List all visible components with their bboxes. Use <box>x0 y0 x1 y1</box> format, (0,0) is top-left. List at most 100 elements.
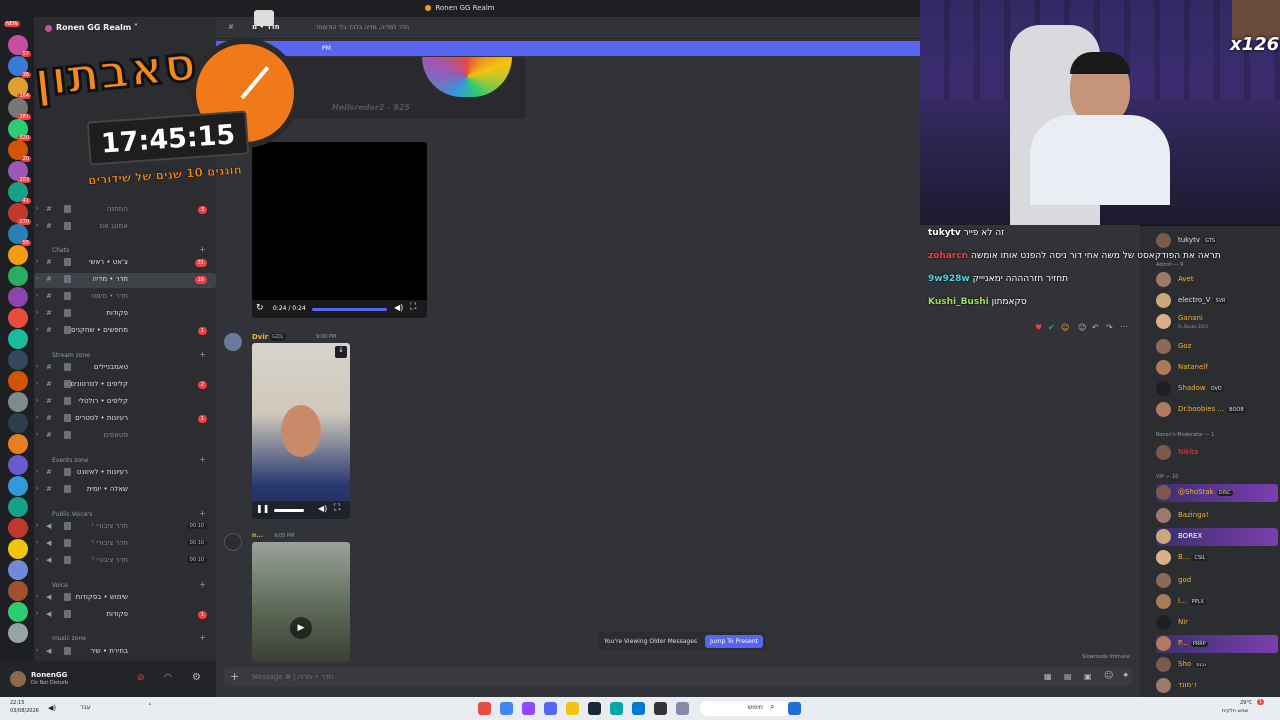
channel-item[interactable]: › # סטאפים <box>34 429 216 444</box>
avatar[interactable] <box>224 333 242 351</box>
server-icon[interactable] <box>8 308 28 328</box>
channel-item[interactable]: › ◀ פקודות 1 <box>34 608 216 623</box>
app-icon[interactable] <box>610 702 623 715</box>
server-icon[interactable] <box>8 287 28 307</box>
channel-item[interactable]: › # צ'אט • ראשי 31 <box>34 256 216 271</box>
headphones-icon[interactable]: ◠ <box>164 673 172 683</box>
server-icon[interactable] <box>8 518 28 538</box>
apps-icon[interactable]: ✦ <box>1122 671 1130 681</box>
member-item[interactable]: Dr.boobies ... BOOB <box>1156 401 1278 419</box>
member-item[interactable]: Natanelf <box>1156 359 1278 377</box>
chrome-icon[interactable] <box>500 702 513 715</box>
server-icon[interactable] <box>8 329 28 349</box>
volume-icon[interactable]: ◀) <box>394 303 403 312</box>
channel-item[interactable]: › # קליפים • רולטלי <box>34 395 216 410</box>
member-item[interactable]: BOREX <box>1156 528 1278 546</box>
new-messages-bar[interactable]: PM <box>216 41 920 56</box>
channel-item[interactable]: › # שאלה • יומית <box>34 483 216 498</box>
message-author[interactable]: Dvir <box>252 333 268 341</box>
channel-item[interactable]: › # רעיונות • לסטרים 1 <box>34 412 216 427</box>
jump-to-present-button[interactable]: Jump To Present <box>705 635 763 648</box>
server-icon[interactable] <box>8 560 28 580</box>
app-icon[interactable] <box>478 702 491 715</box>
sticker-icon[interactable]: ▣ <box>1084 672 1092 681</box>
heart-reaction-icon[interactable]: ♥ <box>1035 323 1042 332</box>
member-item[interactable]: l... PPLX <box>1156 593 1278 611</box>
category-header[interactable]: Events zone <box>52 457 89 464</box>
play-icon[interactable]: ▶ <box>290 617 312 639</box>
channel-item[interactable]: › # רעיונות • לאיוונט <box>34 466 216 481</box>
server-icon[interactable] <box>8 602 28 622</box>
server-icon[interactable] <box>8 266 28 286</box>
server-icon[interactable] <box>8 245 28 265</box>
member-item[interactable]: electro_V SVR <box>1156 292 1278 310</box>
app-icon[interactable] <box>676 702 689 715</box>
server-icon[interactable] <box>8 434 28 454</box>
category-header[interactable]: Public Voice's <box>52 511 92 518</box>
fullscreen-icon[interactable]: ⛶ <box>410 302 416 312</box>
replay-icon[interactable]: ↻ <box>256 303 264 313</box>
add-channel-icon[interactable]: + <box>199 580 206 589</box>
category-header[interactable]: Stream zone <box>52 352 90 359</box>
search-box[interactable]: חיפוש ⌕ <box>700 701 790 716</box>
avatar[interactable] <box>224 533 242 551</box>
edge-icon[interactable] <box>632 702 645 715</box>
server-icon[interactable] <box>8 371 28 391</box>
member-item[interactable]: Goz <box>1156 338 1278 356</box>
channel-item[interactable]: › # חדר • מיםס <box>34 290 216 305</box>
folder-icon[interactable] <box>566 702 579 715</box>
gif-icon[interactable]: ▤ <box>1064 672 1072 681</box>
channel-item[interactable]: › # אמונג אס <box>34 220 216 235</box>
settings-gear-icon[interactable]: ⚙ <box>192 672 201 683</box>
discord-icon[interactable] <box>544 702 557 715</box>
category-header[interactable]: music zone <box>52 635 86 642</box>
member-item[interactable]: ז׳מונד <box>1156 677 1278 695</box>
emoji-icon[interactable]: ☺ <box>1104 671 1113 681</box>
member-item[interactable]: Avet <box>1156 271 1278 289</box>
message-input[interactable]: Message # | חדר • מדיה <box>252 673 333 681</box>
channel-item[interactable]: › ◀ שימוש • בפקודות <box>34 591 216 606</box>
member-item[interactable]: Bazinga! <box>1156 507 1278 525</box>
check-reaction-icon[interactable]: ✔ <box>1048 323 1055 332</box>
member-item[interactable]: P... PRRP <box>1156 635 1278 653</box>
member-item[interactable]: @ShoStak DISC <box>1156 484 1278 502</box>
member-item[interactable]: Nir <box>1156 614 1278 632</box>
add-channel-icon[interactable]: + <box>199 509 206 518</box>
video-progress[interactable] <box>312 308 387 311</box>
add-channel-icon[interactable]: + <box>199 455 206 464</box>
twitch-icon[interactable] <box>522 702 535 715</box>
server-icon[interactable] <box>8 581 28 601</box>
windows-start-icon[interactable] <box>788 702 801 715</box>
add-attachment-icon[interactable]: + <box>230 670 239 683</box>
app-icon[interactable] <box>654 702 667 715</box>
channel-item[interactable]: › # חדר • מדיה 16 <box>34 273 216 288</box>
category-header[interactable]: Voice <box>52 582 68 589</box>
channel-item[interactable]: › # פקודות <box>34 307 216 322</box>
reply-icon[interactable]: ↶ <box>1092 323 1099 332</box>
server-icon[interactable] <box>8 392 28 412</box>
channel-item[interactable]: › ◀ חדר ציבורי ³ 00 10 <box>34 554 216 569</box>
mic-muted-icon[interactable]: ⊘ <box>137 673 145 683</box>
channel-item[interactable]: › ◀ בחירת • שיר <box>34 645 216 660</box>
volume-icon[interactable]: ◀) <box>48 704 56 712</box>
member-item[interactable]: Nikita <box>1156 444 1278 462</box>
more-icon[interactable]: ⋯ <box>1120 322 1128 331</box>
gift-icon[interactable]: ▦ <box>1044 672 1052 681</box>
add-channel-icon[interactable]: + <box>199 633 206 642</box>
server-icon[interactable]: 55 <box>8 224 31 246</box>
member-item[interactable]: B... CSIL <box>1156 549 1278 567</box>
server-icon[interactable] <box>8 413 28 433</box>
pause-icon[interactable]: ❚❚ <box>256 504 269 513</box>
avatar[interactable] <box>10 671 26 687</box>
add-reaction-icon[interactable]: ☺ <box>1078 323 1086 332</box>
emoji-reaction-icon[interactable]: ☺ <box>1061 323 1069 332</box>
add-channel-icon[interactable]: + <box>199 350 206 359</box>
download-icon[interactable]: ↓ <box>335 346 347 358</box>
add-channel-icon[interactable]: + <box>199 245 206 254</box>
member-item[interactable]: Ganani FL Studio 2025 <box>1156 313 1278 331</box>
server-icon[interactable] <box>8 455 28 475</box>
chevron-up-icon[interactable]: ˄ <box>148 703 152 711</box>
message-author[interactable]: n... <box>252 532 263 539</box>
channel-item[interactable]: › ◀ חדר ציבורי ¹ 00 10 <box>34 520 216 535</box>
category-header[interactable]: Chats <box>52 247 69 254</box>
